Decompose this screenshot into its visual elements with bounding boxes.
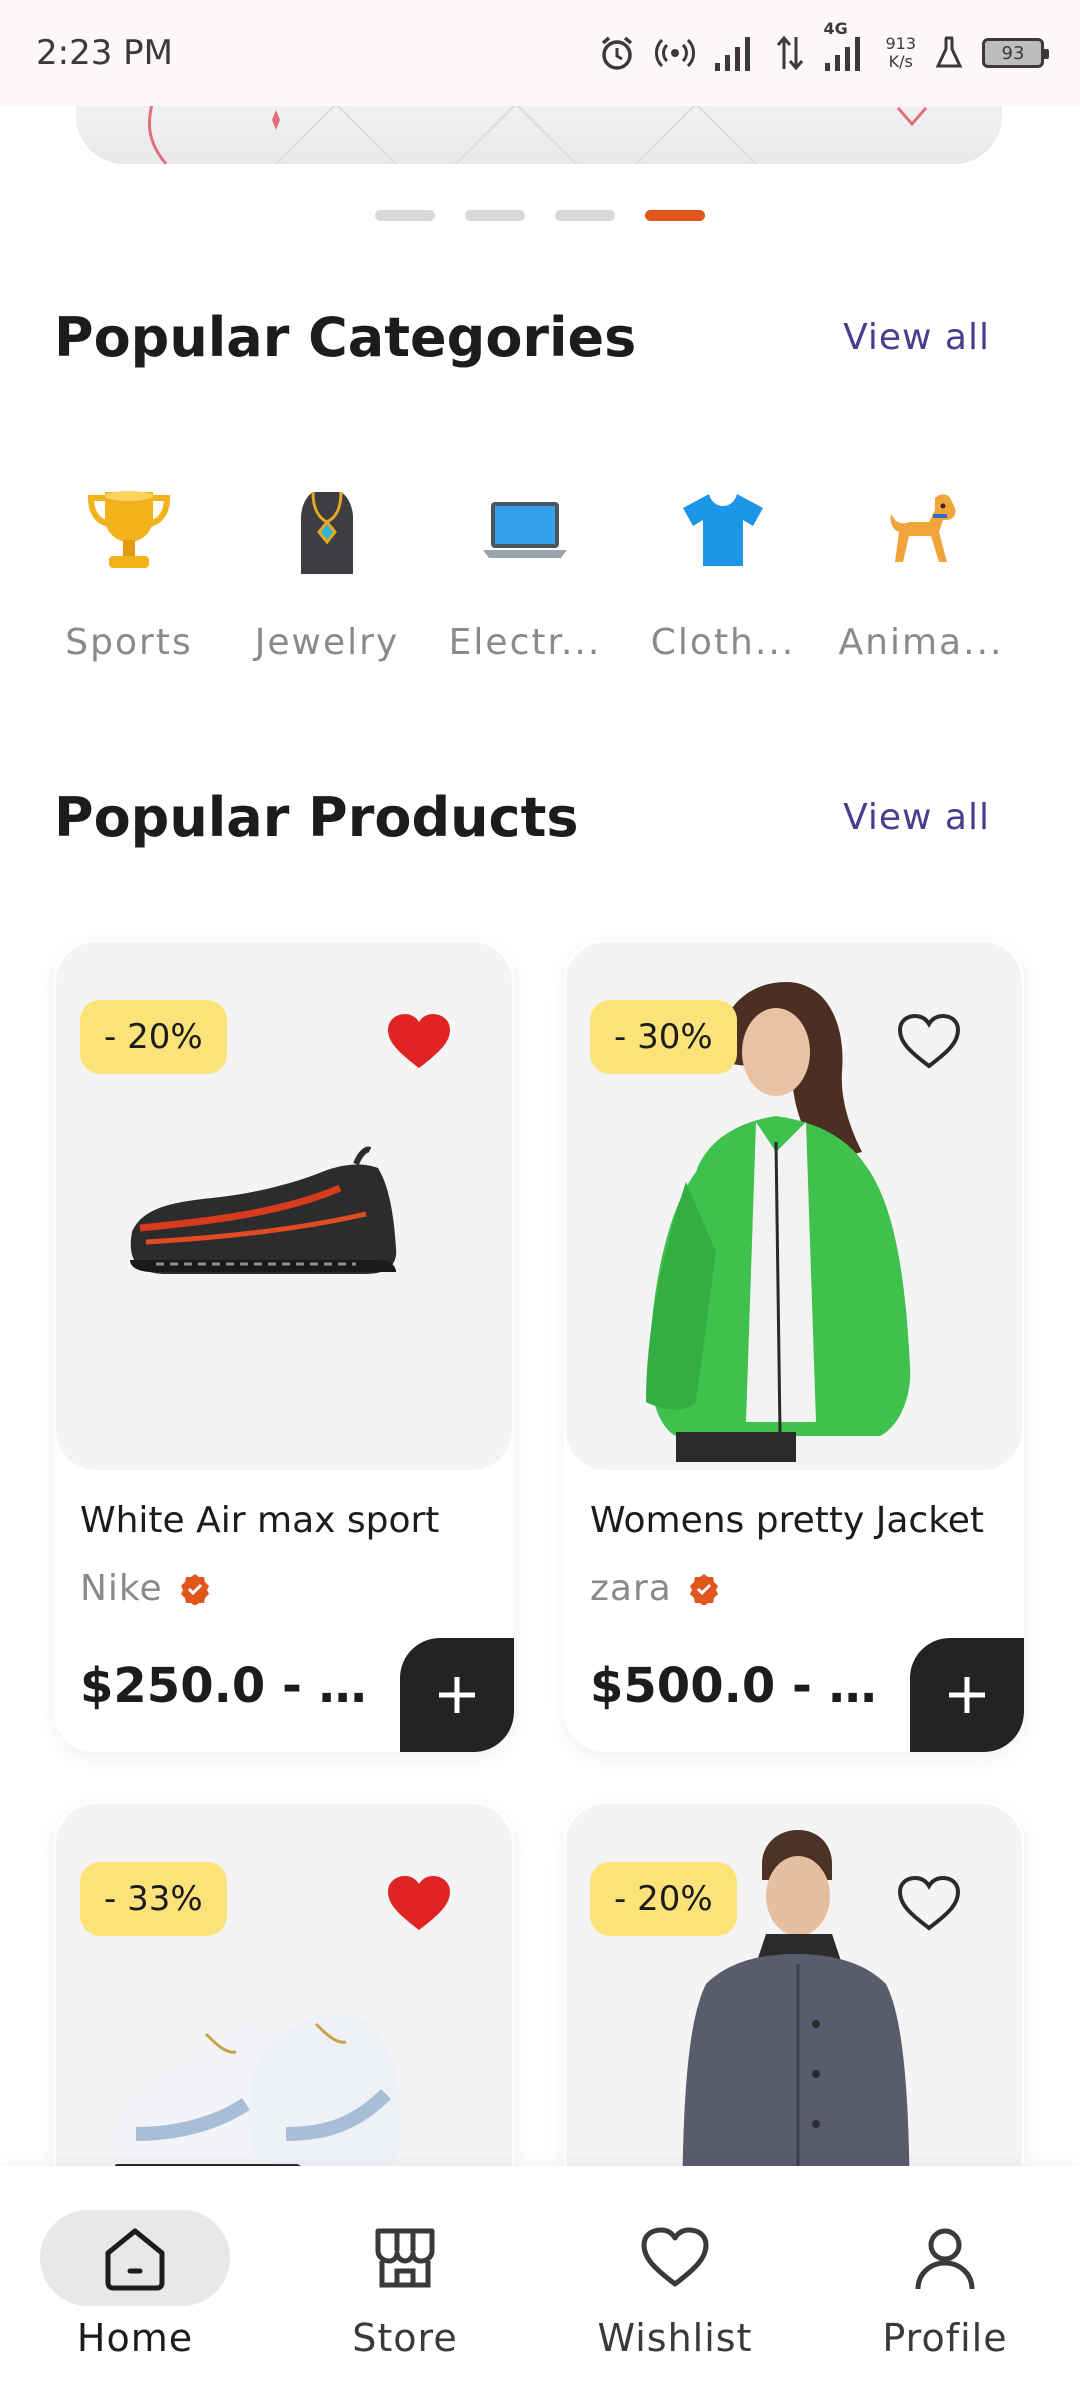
categories-title: Popular Categories — [54, 306, 637, 369]
discount-badge: - 20% — [590, 1862, 737, 1936]
tshirt-icon — [673, 480, 773, 580]
necklace-svg — [301, 491, 353, 574]
verified-badge-icon — [180, 1573, 209, 1605]
category-label: Sports — [65, 622, 193, 663]
carousel-indicator — [0, 210, 1080, 221]
flask-icon — [935, 36, 963, 68]
nav-item-profile[interactable]: Profile — [810, 2166, 1080, 2408]
product-price: $500.0 - $6... — [590, 1658, 900, 1714]
trophy-svg — [87, 491, 171, 568]
carousel-dot[interactable] — [375, 210, 435, 221]
status-time: 2:23 PM — [36, 33, 173, 73]
signal-icon — [715, 37, 751, 71]
bottom-navigation: Home Store Wishlist Profile — [0, 2166, 1080, 2408]
category-label: Jewelry — [254, 622, 400, 663]
heart-svg — [388, 1876, 450, 1930]
category-label: Anima... — [838, 622, 1004, 663]
net-speed: 913 K/s — [885, 35, 916, 71]
product-card[interactable]: - 33% — [54, 1802, 514, 2222]
product-title[interactable]: Womens pretty Jacket — [590, 1500, 1010, 1541]
carousel-dot-active[interactable] — [645, 210, 705, 221]
product-card[interactable]: - 20% White Air max sport Nike $250.0 - … — [54, 940, 514, 1752]
nav-item-wishlist[interactable]: Wishlist — [540, 2166, 810, 2408]
heart-svg — [897, 1013, 961, 1069]
data-transfer-icon — [777, 35, 804, 71]
wishlist-heart-filled-icon[interactable] — [386, 1874, 452, 1938]
product-title[interactable]: White Air max sport — [80, 1500, 500, 1541]
laptop-svg — [483, 502, 567, 558]
product-brand: Nike — [80, 1568, 163, 1609]
nav-label: Profile — [882, 2316, 1008, 2360]
home-icon — [105, 2228, 165, 2291]
add-to-cart-button[interactable] — [400, 1638, 514, 1752]
heart-icon — [641, 2227, 709, 2287]
discount-badge: - 20% — [80, 1000, 227, 1074]
category-sports[interactable]: Sports — [30, 480, 228, 663]
carousel-dot[interactable] — [465, 210, 525, 221]
wishlist-heart-outline-icon[interactable] — [896, 1874, 962, 1938]
category-clothes[interactable]: Cloth... — [624, 480, 822, 663]
wishlist-heart-filled-icon[interactable] — [386, 1012, 452, 1076]
network-type: 4G — [823, 19, 848, 38]
product-card[interactable]: - 30% Womens pretty Jacket zara $500.0 -… — [564, 940, 1024, 1752]
alarm-icon — [602, 36, 633, 70]
category-jewelry[interactable]: Jewelry — [228, 480, 426, 663]
nav-icon-container — [40, 2210, 230, 2306]
category-label: Cloth... — [650, 622, 796, 663]
products-title: Popular Products — [54, 786, 579, 849]
products-grid: - 20% White Air max sport Nike $250.0 - … — [54, 940, 1026, 2222]
necklace-icon — [277, 480, 377, 580]
heart-svg — [897, 1875, 961, 1931]
nav-item-store[interactable]: Store — [270, 2166, 540, 2408]
plus-icon — [439, 1677, 475, 1713]
status-icons: 4G 913 K/s 93 — [597, 19, 1049, 73]
nav-label: Wishlist — [597, 2316, 753, 2360]
add-to-cart-button[interactable] — [910, 1638, 1024, 1752]
battery-level: 93 — [1001, 42, 1025, 64]
discount-badge: - 33% — [80, 1862, 227, 1936]
user-icon — [915, 2228, 975, 2290]
heart-svg — [388, 1014, 450, 1068]
products-view-all-link[interactable]: View all — [843, 797, 990, 838]
net-speed-unit: K/s — [888, 52, 913, 71]
dog-svg — [890, 494, 956, 562]
battery-indicator: 93 — [982, 38, 1049, 68]
net-speed-value: 913 — [885, 34, 916, 53]
categories-header: Popular Categories View all — [54, 306, 990, 369]
nav-icon-container — [850, 2210, 1040, 2306]
hotspot-icon — [655, 38, 696, 68]
nav-label: Home — [76, 2316, 194, 2360]
laptop-icon — [475, 480, 575, 580]
nav-icon-container — [310, 2210, 500, 2306]
dog-icon — [871, 480, 971, 580]
brand-row: Nike — [80, 1568, 211, 1609]
categories-view-all-link[interactable]: View all — [843, 317, 990, 358]
verified-badge-icon — [689, 1573, 718, 1605]
store-icon — [375, 2228, 435, 2288]
category-animals[interactable]: Anima... — [822, 480, 1020, 663]
product-brand: zara — [590, 1568, 672, 1609]
wishlist-heart-outline-icon[interactable] — [896, 1012, 962, 1076]
signal-4g: 4G — [823, 19, 867, 73]
nav-item-home[interactable]: Home — [0, 2166, 270, 2408]
plus-icon — [949, 1677, 985, 1713]
carousel-dot[interactable] — [555, 210, 615, 221]
nav-icon-container — [580, 2210, 770, 2306]
signal-4g-icon — [825, 37, 861, 71]
nav-label: Store — [352, 2316, 458, 2360]
category-label: Electr... — [448, 622, 602, 663]
status-bar: 2:23 PM 4G 913 K/s 93 — [0, 0, 1080, 106]
product-card[interactable]: - 20% — [564, 1802, 1024, 2222]
products-header: Popular Products View all — [54, 786, 990, 849]
product-price: $250.0 - $3... — [80, 1658, 390, 1714]
category-electronics[interactable]: Electr... — [426, 480, 624, 663]
tshirt-svg — [683, 494, 763, 566]
categories-list: Sports Jewelry Electr... Cloth... Anima.… — [0, 480, 1080, 663]
trophy-icon — [79, 480, 179, 580]
brand-row: zara — [590, 1568, 720, 1609]
discount-badge: - 30% — [590, 1000, 737, 1074]
